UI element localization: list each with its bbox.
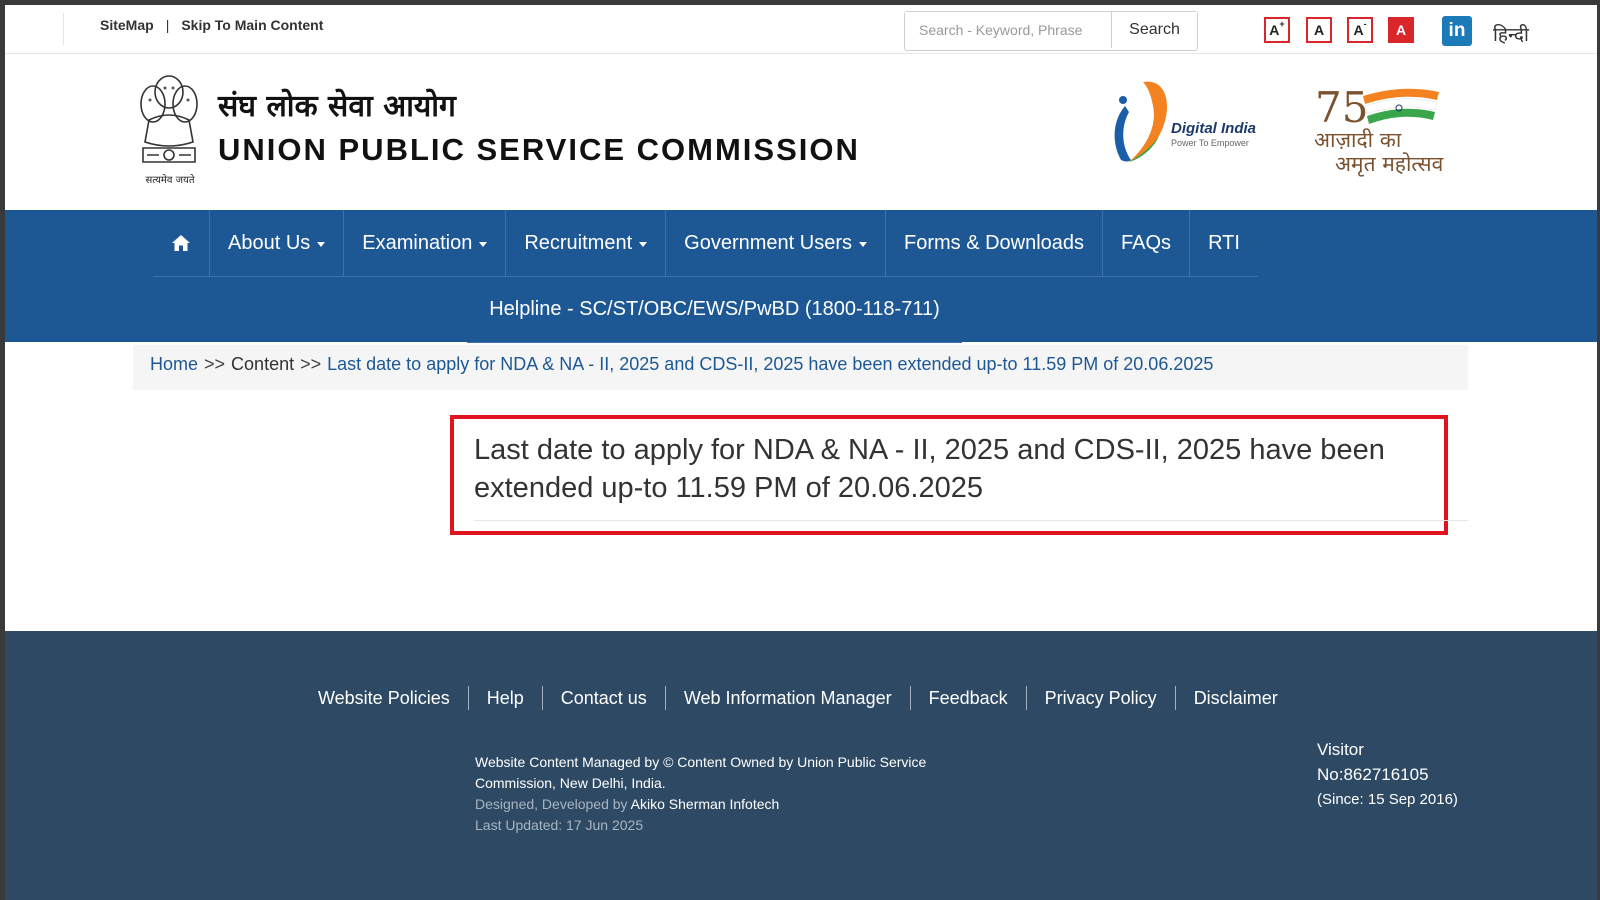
search-button[interactable]: Search [1111, 12, 1197, 48]
home-icon [172, 235, 190, 251]
azadi-text-line2: अमृत महोत्सव [1335, 152, 1444, 176]
nav-label: FAQs [1121, 231, 1172, 254]
font-decrease-sup: - [1363, 19, 1367, 29]
nav-forms-downloads[interactable]: Forms & Downloads [886, 210, 1104, 276]
nav-rti[interactable]: RTI [1190, 210, 1258, 276]
digital-india-tagline: Power To Empower [1171, 138, 1249, 148]
top-utility-bar: SiteMap|Skip To Main Content Search A+ A… [5, 5, 1597, 54]
main-navigation: About Us Examination Recruitment Governm… [5, 210, 1597, 343]
site-name-hindi[interactable]: संघ लोक सेवा आयोग [218, 84, 456, 125]
search-input[interactable] [905, 12, 1110, 48]
skip-to-main-link[interactable]: Skip To Main Content [181, 17, 323, 33]
font-increase-sup: + [1279, 19, 1285, 29]
footer-designer-link[interactable]: Akiko Sherman Infotech [631, 796, 780, 812]
sitemap-link[interactable]: SiteMap [100, 17, 154, 33]
nav-label: Examination [362, 231, 473, 254]
footer-designed-by: Designed, Developed by Akiko Sherman Inf… [475, 794, 945, 815]
nav-label: Recruitment [524, 231, 633, 254]
visitor-label: Visitor [1317, 740, 1364, 759]
digital-india-text: Digital India [1171, 120, 1257, 137]
caret-down-icon [639, 241, 648, 247]
highlighted-notice-box: Last date to apply for NDA & NA - II, 20… [450, 415, 1468, 535]
page-title: Last date to apply for NDA & NA - II, 20… [474, 434, 1385, 504]
footer-link-web-information-manager[interactable]: Web Information Manager [666, 686, 911, 710]
font-increase-label: A [1269, 22, 1280, 38]
hindi-language-link[interactable]: हिन्दी [1493, 21, 1529, 47]
title-divider [474, 520, 1468, 521]
footer-designed-prefix: Designed, Developed by [475, 796, 628, 812]
font-decrease-label: A [1353, 22, 1364, 38]
visitor-counter: Visitor No:862716105 (Since: 15 Sep 2016… [1317, 737, 1497, 812]
site-name-english[interactable]: UNION PUBLIC SERVICE COMMISSION [218, 132, 860, 168]
caret-down-icon [317, 241, 326, 247]
footer-link-contact-us[interactable]: Contact us [543, 686, 666, 710]
font-normal-button[interactable]: A [1306, 17, 1332, 43]
footer-link-disclaimer[interactable]: Disclaimer [1176, 686, 1296, 710]
footer-link-feedback[interactable]: Feedback [911, 686, 1027, 710]
font-increase-button[interactable]: A+ [1264, 17, 1290, 43]
top-links-separator: | [165, 17, 170, 33]
breadcrumb-content: Content [231, 354, 295, 374]
breadcrumb-separator: >> [300, 354, 322, 374]
nav-about-us[interactable]: About Us [210, 210, 345, 276]
breadcrumb-home[interactable]: Home [150, 354, 198, 374]
nav-label: RTI [1208, 231, 1240, 254]
azadi-number: 75 [1315, 83, 1368, 132]
caret-down-icon [858, 241, 867, 247]
font-decrease-button[interactable]: A- [1347, 17, 1373, 43]
nav-recruitment[interactable]: Recruitment [506, 210, 667, 276]
site-header: सत्यमेव जयते संघ लोक सेवा आयोग UNION PUB… [5, 54, 1597, 210]
breadcrumb: Home >> Content >> Last date to apply for ND… [133, 345, 1468, 390]
nav-examination[interactable]: Examination [344, 210, 507, 276]
top-divider [63, 13, 64, 45]
footer-last-updated: Last Updated: 17 Jun 2025 [475, 817, 644, 833]
national-emblem-icon[interactable] [133, 70, 205, 188]
footer-link-help[interactable]: Help [469, 686, 543, 710]
nav-home[interactable] [153, 210, 210, 276]
nav-helpline[interactable]: Helpline - SC/ST/OBC/EWS/PwBD (1800-118-… [467, 276, 962, 343]
linkedin-icon[interactable]: in [1442, 16, 1472, 46]
nav-faqs[interactable]: FAQs [1103, 210, 1191, 276]
nav-label: About Us [228, 231, 311, 254]
footer-managed-by: Website Content Managed by © Content Own… [475, 754, 927, 791]
footer-link-privacy-policy[interactable]: Privacy Policy [1027, 686, 1176, 710]
visitor-count: No:862716105 [1317, 765, 1429, 784]
site-footer: Website Policies Help Contact us Web Inf… [5, 631, 1597, 900]
breadcrumb-current[interactable]: Last date to apply for NDA & NA - II, 20… [327, 354, 1213, 374]
high-contrast-button[interactable]: A [1388, 17, 1414, 43]
emblem-motto: सत्यमेव जयते [145, 175, 195, 186]
top-links: SiteMap | Skip To Main Content [100, 17, 323, 33]
footer-info: Website Content Managed by © Content Own… [475, 752, 945, 836]
nav-bar: About Us Examination Recruitment Governm… [153, 210, 1258, 277]
page: SiteMap|Skip To Main Content Search A+ A… [5, 5, 1597, 900]
nav-government-users[interactable]: Government Users [666, 210, 886, 276]
search-box: Search [904, 11, 1198, 51]
nav-label: Forms & Downloads [903, 231, 1085, 254]
caret-down-icon [479, 241, 488, 247]
footer-links: Website Policies Help Contact us Web Inf… [318, 686, 1296, 710]
nav-label: Government Users [684, 231, 852, 254]
breadcrumb-separator: >> [204, 354, 226, 374]
visitor-since: (Since: 15 Sep 2016) [1317, 791, 1458, 808]
footer-link-website-policies[interactable]: Website Policies [318, 686, 469, 710]
